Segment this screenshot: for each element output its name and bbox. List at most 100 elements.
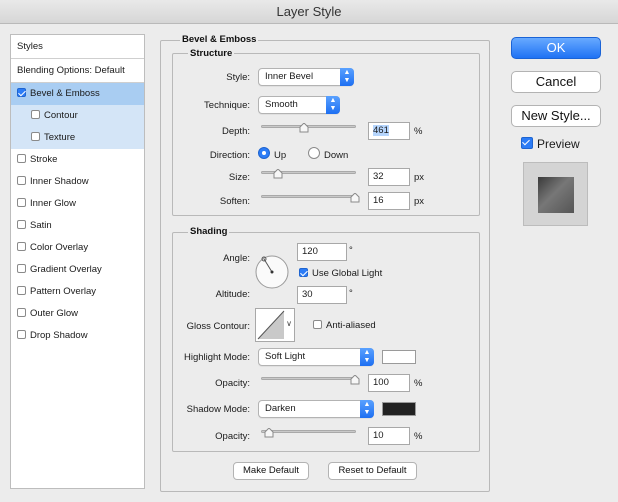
- highlight-opacity-input[interactable]: 100: [368, 374, 410, 392]
- inner-shadow-checkbox[interactable]: [17, 176, 26, 185]
- popup-arrows-icon: ▲ ▼: [360, 348, 374, 366]
- preview-label: Preview: [537, 137, 580, 151]
- soften-slider-thumb[interactable]: [350, 193, 360, 203]
- anti-aliased-label: Anti-aliased: [326, 320, 376, 331]
- blending-options-item[interactable]: Blending Options: Default: [11, 59, 144, 83]
- size-label: Size:: [228, 172, 250, 183]
- stroke-checkbox[interactable]: [17, 154, 26, 163]
- depth-slider-thumb[interactable]: [299, 123, 309, 133]
- style-item-label: Color Overlay: [30, 242, 89, 253]
- anti-aliased-checkbox[interactable]: [313, 320, 322, 329]
- highlight-opacity-track[interactable]: [261, 377, 356, 380]
- direction-down-radio[interactable]: [308, 147, 320, 159]
- shadow-mode-popup[interactable]: Darken ▲ ▼: [258, 400, 374, 418]
- satin-checkbox[interactable]: [17, 220, 26, 229]
- angle-input[interactable]: 120: [297, 243, 347, 261]
- style-item-label: Texture: [44, 132, 76, 143]
- popup-arrows-icon: ▲ ▼: [326, 96, 340, 114]
- style-item-label: Inner Shadow: [30, 176, 89, 187]
- shading-group: [172, 232, 480, 452]
- styles-header[interactable]: Styles: [11, 35, 144, 59]
- soften-label: Soften:: [219, 196, 250, 207]
- style-item-label: Bevel & Emboss: [30, 88, 100, 99]
- highlight-opacity-thumb[interactable]: [350, 375, 360, 385]
- preview-swatch: [538, 177, 574, 213]
- use-global-light-checkbox[interactable]: [299, 268, 308, 277]
- preview-checkbox[interactable]: [521, 137, 533, 149]
- angle-dial[interactable]: [255, 255, 289, 289]
- size-slider-thumb[interactable]: [273, 169, 283, 179]
- style-item-label: Contour: [44, 110, 78, 121]
- style-item-label: Pattern Overlay: [30, 286, 96, 297]
- preview-toggle[interactable]: Preview: [521, 137, 580, 151]
- style-item-label: Gradient Overlay: [30, 264, 102, 275]
- gloss-contour-label: Gloss Contour:: [186, 321, 250, 332]
- shadow-opacity-unit: %: [414, 431, 423, 442]
- soften-input[interactable]: 16: [368, 192, 410, 210]
- angle-dial-icon: [255, 255, 289, 289]
- bevel-emboss-checkbox[interactable]: [17, 88, 26, 97]
- style-item-drop-shadow[interactable]: Drop Shadow: [11, 325, 144, 347]
- new-style-button[interactable]: New Style...: [511, 105, 601, 127]
- style-item-satin[interactable]: Satin: [11, 215, 144, 237]
- depth-input[interactable]: 461: [368, 122, 410, 140]
- style-item-outer-glow[interactable]: Outer Glow: [11, 303, 144, 325]
- preview-thumbnail: [523, 162, 588, 226]
- shadow-opacity-thumb[interactable]: [264, 428, 274, 438]
- style-item-label: Satin: [30, 220, 52, 231]
- contour-preview-icon: [257, 310, 285, 340]
- style-item-label: Stroke: [30, 154, 58, 165]
- ok-button[interactable]: OK: [511, 37, 601, 59]
- use-global-light[interactable]: Use Global Light: [299, 268, 382, 279]
- shading-title: Shading: [188, 226, 230, 237]
- bevel-emboss-title: Bevel & Emboss: [180, 34, 259, 45]
- anti-aliased[interactable]: Anti-aliased: [313, 320, 376, 331]
- popup-arrows-icon: ▲ ▼: [340, 68, 354, 86]
- color-overlay-checkbox[interactable]: [17, 242, 26, 251]
- style-item-color-overlay[interactable]: Color Overlay: [11, 237, 144, 259]
- style-item-texture[interactable]: Texture: [11, 127, 144, 149]
- pattern-overlay-checkbox[interactable]: [17, 286, 26, 295]
- technique-popup[interactable]: Smooth ▲ ▼: [258, 96, 340, 114]
- style-item-stroke[interactable]: Stroke: [11, 149, 144, 171]
- style-item-inner-glow[interactable]: Inner Glow: [11, 193, 144, 215]
- reset-to-default-button[interactable]: Reset to Default: [328, 462, 417, 480]
- gloss-contour-picker[interactable]: ∨: [255, 308, 295, 342]
- style-item-label: Outer Glow: [30, 308, 79, 319]
- highlight-color-swatch[interactable]: [382, 350, 416, 364]
- gradient-overlay-checkbox[interactable]: [17, 264, 26, 273]
- style-item-contour[interactable]: Contour: [11, 105, 144, 127]
- style-item-pattern-overlay[interactable]: Pattern Overlay: [11, 281, 144, 303]
- inner-glow-checkbox[interactable]: [17, 198, 26, 207]
- shadow-opacity-track[interactable]: [261, 430, 356, 433]
- popup-arrows-icon: ▲ ▼: [360, 400, 374, 418]
- style-item-inner-shadow[interactable]: Inner Shadow: [11, 171, 144, 193]
- highlight-mode-label: Highlight Mode:: [183, 352, 250, 363]
- style-item-bevel-emboss[interactable]: Bevel & Emboss: [11, 83, 144, 105]
- highlight-opacity-unit: %: [414, 378, 423, 389]
- size-input[interactable]: 32: [368, 168, 410, 186]
- depth-unit: %: [414, 126, 423, 137]
- technique-label: Technique:: [204, 100, 250, 111]
- soften-slider-track[interactable]: [261, 195, 356, 198]
- shadow-opacity-input[interactable]: 10: [368, 427, 410, 445]
- depth-value: 461: [373, 125, 389, 136]
- style-item-gradient-overlay[interactable]: Gradient Overlay: [11, 259, 144, 281]
- contour-checkbox[interactable]: [31, 110, 40, 119]
- shadow-mode-value: Darken: [265, 403, 296, 414]
- direction-up-radio[interactable]: [258, 147, 270, 159]
- use-global-light-label: Use Global Light: [312, 268, 383, 279]
- angle-label: Angle:: [223, 253, 250, 264]
- make-default-button[interactable]: Make Default: [233, 462, 309, 480]
- direction-down-label: Down: [324, 150, 349, 161]
- highlight-mode-popup[interactable]: Soft Light ▲ ▼: [258, 348, 374, 366]
- outer-glow-checkbox[interactable]: [17, 308, 26, 317]
- altitude-input[interactable]: 30: [297, 286, 347, 304]
- style-popup[interactable]: Inner Bevel ▲ ▼: [258, 68, 354, 86]
- texture-checkbox[interactable]: [31, 132, 40, 141]
- shadow-color-swatch[interactable]: [382, 402, 416, 416]
- drop-shadow-checkbox[interactable]: [17, 330, 26, 339]
- cancel-button[interactable]: Cancel: [511, 71, 601, 93]
- direction-label: Direction:: [209, 150, 250, 161]
- highlight-mode-value: Soft Light: [265, 351, 306, 362]
